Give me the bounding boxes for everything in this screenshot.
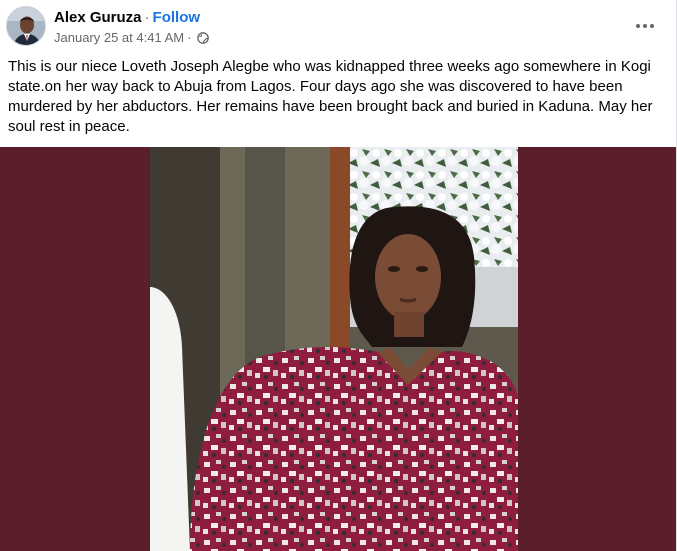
- follow-button[interactable]: Follow: [153, 9, 201, 26]
- post-header: Alex Guruza · Follow January 25 at 4:41 AM…: [0, 0, 676, 52]
- facebook-post: Alex Guruza · Follow January 25 at 4:41 AM…: [0, 0, 677, 551]
- post-timestamp[interactable]: January 25 at 4:41 AM: [54, 30, 184, 46]
- post-photo-container[interactable]: [0, 147, 676, 551]
- more-options-button[interactable]: [627, 10, 663, 42]
- author-avatar[interactable]: [6, 6, 46, 46]
- post-photo[interactable]: [150, 147, 518, 551]
- author-name[interactable]: Alex Guruza: [54, 9, 142, 26]
- avatar-image: [7, 7, 45, 45]
- photo-image: [150, 147, 518, 551]
- meta-separator: ·: [187, 30, 192, 45]
- author-line: Alex Guruza · Follow: [54, 9, 200, 27]
- post-meta: January 25 at 4:41 AM ·: [54, 30, 210, 46]
- author-separator: ·: [144, 9, 150, 26]
- post-caption: This is our niece Loveth Joseph Alegbe w…: [8, 58, 653, 135]
- more-horizontal-icon: [636, 24, 654, 28]
- globe-icon[interactable]: [197, 32, 210, 44]
